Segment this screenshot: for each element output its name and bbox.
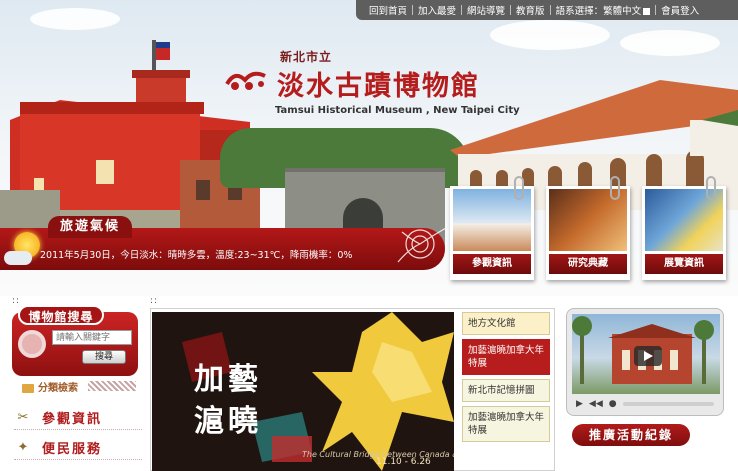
- logo-title-en: Tamsui Historical Museum , New Taipei Ci…: [275, 105, 520, 116]
- dots-decoration: ::: [12, 296, 21, 306]
- hero-tabs: 地方文化館 加藝滬曉加拿大年特展 新北市記憶拼圖 加藝滬曉加拿大年特展: [462, 312, 552, 446]
- language-select-label: 語系選擇：繁體中文: [555, 6, 642, 17]
- top-utility-bar: 回到首頁 加入最愛 網站導覽 教育版 語系選擇：繁體中文 會員登入: [356, 0, 738, 20]
- video-controls: ▶ ◀◀ ●: [572, 397, 720, 411]
- feature-card-research[interactable]: 研究典藏: [546, 176, 630, 280]
- weather-label: 旅遊氣候: [48, 216, 132, 238]
- dots-decoration: ::: [150, 296, 159, 306]
- flower-decoration: [397, 227, 447, 263]
- progress-bar[interactable]: [622, 402, 714, 406]
- cloud-decoration: [490, 20, 610, 50]
- tab-local-culture[interactable]: 地方文化館: [462, 312, 550, 335]
- cloud-decoration: [30, 8, 120, 30]
- hero-title-line1: 加藝: [194, 362, 262, 397]
- video-player: ▶ ◀◀ ●: [566, 308, 724, 416]
- feature-card-exhibition[interactable]: 展覽資訊: [642, 176, 726, 280]
- hero-banner[interactable]: 加藝 滬曉 The Cultural Bridge between Canada…: [152, 312, 454, 471]
- hatch-decoration: [88, 381, 136, 391]
- page-root: 新北市立 淡水古蹟博物館 Tamsui Historical Museum , …: [0, 0, 738, 471]
- member-login-link[interactable]: 會員登入: [656, 3, 704, 17]
- paperclip-icon: [706, 176, 716, 200]
- play-icon[interactable]: ▶: [576, 399, 583, 409]
- tab-memory-puzzle[interactable]: 新北市記憶拼圖: [462, 379, 550, 402]
- search-input[interactable]: [52, 330, 132, 345]
- video-screen[interactable]: [572, 314, 720, 394]
- dropdown-icon: [643, 8, 651, 15]
- feature-label: 參觀資訊: [453, 254, 531, 274]
- left-nav-service[interactable]: ✦ 便民服務: [14, 436, 142, 460]
- paperclip-icon: [514, 176, 524, 200]
- sitemap-link[interactable]: 網站導覽: [462, 3, 510, 17]
- language-select[interactable]: 語系選擇：繁體中文: [551, 3, 656, 17]
- feature-card-visit[interactable]: 參觀資訊: [450, 176, 534, 280]
- magnifier-icon: [18, 330, 46, 358]
- education-link[interactable]: 教育版: [511, 3, 550, 17]
- folder-icon: [22, 383, 34, 393]
- left-nav-label: 便民服務: [42, 442, 103, 457]
- paperclip-icon: [610, 176, 620, 200]
- hero-title-line2: 滬曉: [194, 404, 262, 439]
- logo-mark-icon: [225, 71, 266, 90]
- category-search-link[interactable]: 分類檢索: [22, 379, 78, 394]
- weather-text: 2011年5月30日，今日淡水：晴時多雲，溫度:23~31℃，降雨機率：0%: [40, 250, 353, 261]
- category-search-label: 分類檢索: [38, 383, 78, 394]
- service-icon: ✦: [17, 439, 29, 455]
- cloud-decoration: [620, 30, 720, 56]
- tab-canada-exhibition[interactable]: 加藝滬曉加拿大年特展: [462, 339, 550, 375]
- add-favorite-link[interactable]: 加入最愛: [413, 3, 461, 17]
- left-nav-visit[interactable]: ✂ 參觀資訊: [14, 406, 142, 430]
- search-title: 博物館搜尋: [18, 305, 104, 325]
- left-nav-label: 參觀資訊: [42, 412, 103, 427]
- promo-records-button[interactable]: 推廣活動紀錄: [572, 424, 690, 446]
- home-link[interactable]: 回到首頁: [364, 3, 412, 17]
- volume-icon[interactable]: ◀◀: [589, 399, 603, 409]
- logo-title: 淡水古蹟博物館: [277, 71, 480, 102]
- feature-label: 研究典藏: [549, 254, 627, 274]
- record-icon[interactable]: ●: [609, 399, 617, 409]
- feature-label: 展覽資訊: [645, 254, 723, 274]
- search-button[interactable]: 搜尋: [82, 350, 126, 364]
- tab-canada-exhibition-2[interactable]: 加藝滬曉加拿大年特展: [462, 406, 550, 442]
- play-button[interactable]: [634, 346, 662, 366]
- wrench-icon: ✂: [17, 409, 29, 425]
- hero-dates: 11.10 - 6.26: [376, 457, 431, 467]
- cloud-icon: [4, 251, 32, 265]
- logo-subtitle: 新北市立: [280, 50, 333, 64]
